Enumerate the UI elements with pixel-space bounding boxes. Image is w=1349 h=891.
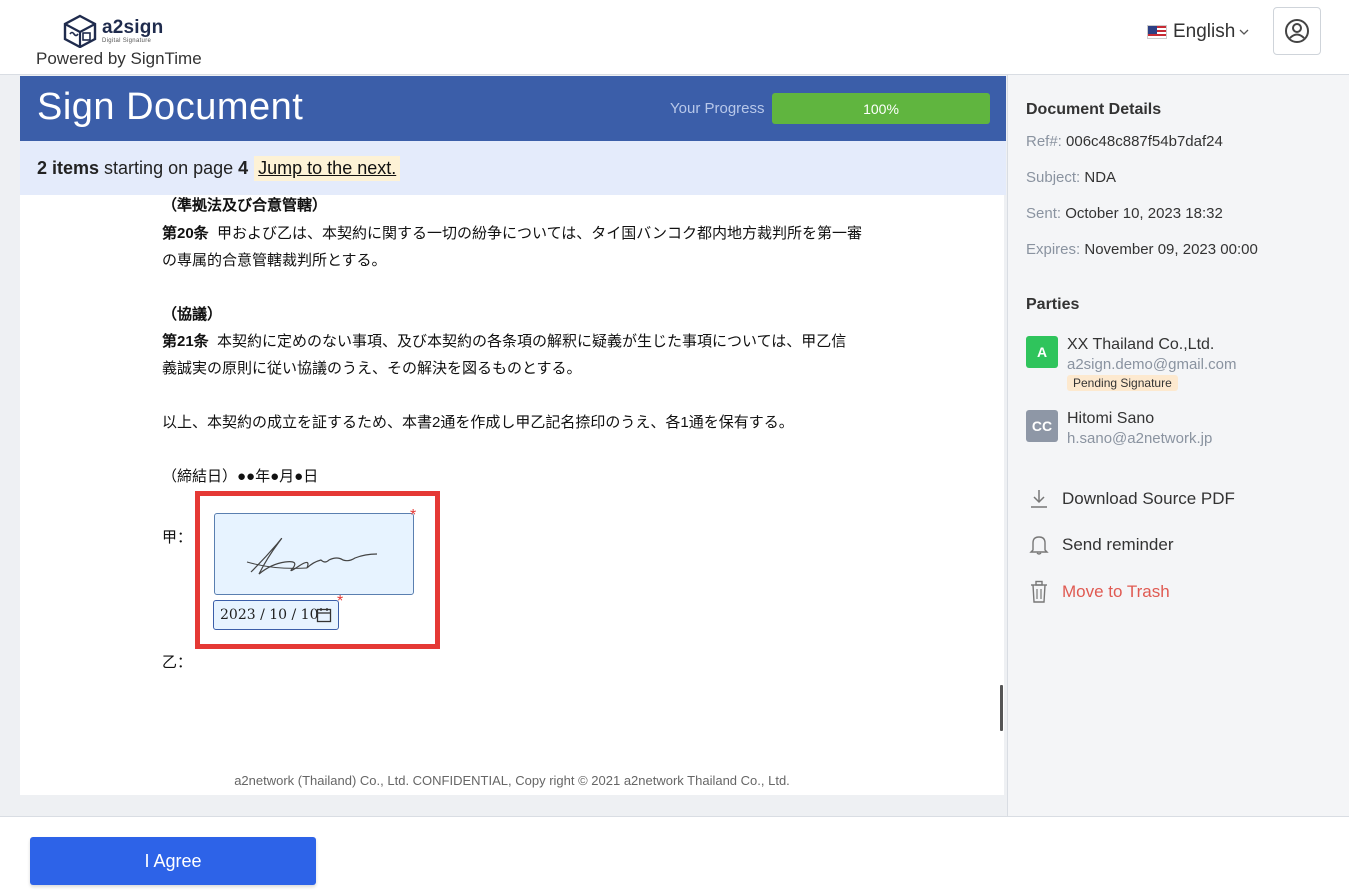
sent-value: October 10, 2023 18:32 <box>1065 205 1223 222</box>
ref-value: 006c48c887f54b7daf24 <box>1066 133 1223 150</box>
download-icon <box>1026 486 1052 512</box>
party-name: XX Thailand Co.,Ltd. <box>1067 336 1215 353</box>
date-value: 2023 / 10 / 10 <box>220 607 319 623</box>
required-marker: * <box>337 593 344 610</box>
expires-row: Expires: November 09, 2023 00:00 <box>1026 241 1258 258</box>
document-page: （準拠法及び合意管轄） 第20条 甲および乙は、本契約に関する一切の紛争について… <box>20 195 1004 795</box>
parties-heading: Parties <box>1026 296 1080 313</box>
party-a-label: 甲： <box>162 529 193 546</box>
bottom-action-bar: I Agree <box>0 816 1349 891</box>
signature-field[interactable] <box>214 513 414 595</box>
article-20-text: 甲および乙は、本契約に関する一切の紛争については、タイ国バンコク都内地方裁判所を… <box>217 225 863 242</box>
i-agree-button[interactable]: I Agree <box>30 837 316 885</box>
section-heading-consultation: （協議） <box>162 306 223 323</box>
avatar: CC <box>1026 410 1058 442</box>
items-count: 2 items <box>37 157 100 178</box>
signature-image <box>246 537 378 575</box>
chevron-down-icon <box>1239 29 1249 35</box>
scrollbar-thumb[interactable] <box>1000 685 1003 731</box>
trash-label: Move to Trash <box>1062 582 1170 601</box>
cube-logo-icon <box>63 14 97 48</box>
items-text: starting on page <box>104 157 234 178</box>
document-area: Sign Document Your Progress 100% 2 items… <box>0 75 1007 816</box>
top-bar: a2sign Digital Signature Powered by Sign… <box>0 0 1349 75</box>
items-notice: 2 items starting on page 4 Jump to the n… <box>20 141 1006 195</box>
avatar: A <box>1026 336 1058 368</box>
party-name: Hitomi Sano <box>1067 410 1155 427</box>
ref-label: Ref#: <box>1026 133 1062 150</box>
progress-label: Your Progress <box>670 100 765 117</box>
article-20: 第20条 甲および乙は、本契約に関する一切の紛争については、タイ国バンコク都内地… <box>162 225 862 243</box>
reminder-label: Send reminder <box>1062 535 1174 554</box>
sent-label: Sent: <box>1026 205 1062 222</box>
party-email: h.sano@a2network.jp <box>1067 430 1213 447</box>
a2sign-logo[interactable]: a2sign Digital Signature <box>62 14 172 48</box>
closing-statement: 以上、本契約の成立を証するため、本書2通を作成し甲乙記名捺印のうえ、各1通を保有… <box>162 414 794 431</box>
subject-label: Subject: <box>1026 169 1081 186</box>
progress-fill: 100% <box>772 93 990 124</box>
send-reminder-button[interactable]: Send reminder <box>1026 532 1174 558</box>
status-badge: Pending Signature <box>1067 375 1178 391</box>
sent-row: Sent: October 10, 2023 18:32 <box>1026 205 1223 222</box>
bell-icon <box>1026 532 1052 558</box>
party-item: A XX Thailand Co.,Ltd. a2sign.demo@gmail… <box>1026 336 1336 391</box>
language-selector[interactable]: English <box>1147 20 1249 44</box>
page-title: Sign Document <box>37 86 304 128</box>
article-21-cont: 義誠実の原則に従い協議のうえ、その解決を図るものとする。 <box>162 360 582 377</box>
document-details-sidebar: Document Details Ref#: 006c48c887f54b7da… <box>1007 75 1349 816</box>
logo-name: a2sign <box>102 17 164 38</box>
subject-value: NDA <box>1084 169 1117 186</box>
calendar-icon[interactable] <box>316 607 332 623</box>
document-details-heading: Document Details <box>1026 101 1162 118</box>
progress-bar: 100% <box>772 93 990 124</box>
party-email: a2sign.demo@gmail.com <box>1067 356 1237 373</box>
download-label: Download Source PDF <box>1062 489 1235 508</box>
article-20-cont: の専属的合意管轄裁判所とする。 <box>162 252 387 269</box>
party-b-label: 乙： <box>162 654 193 671</box>
section-heading-governing-law: （準拠法及び合意管轄） <box>162 197 328 214</box>
logo-tagline: Digital Signature <box>102 38 152 44</box>
required-marker: * <box>410 507 417 524</box>
article-21: 第21条 本契約に定めのない事項、及び本契約の各条項の解釈に疑義が生じた事項につ… <box>162 333 846 351</box>
profile-button[interactable] <box>1273 7 1321 55</box>
ref-row: Ref#: 006c48c887f54b7daf24 <box>1026 133 1223 150</box>
article-20-number: 第20条 <box>162 225 209 242</box>
us-flag-icon <box>1147 25 1167 39</box>
trash-icon <box>1026 579 1052 605</box>
expires-label: Expires: <box>1026 241 1081 258</box>
sign-document-header: Sign Document Your Progress 100% <box>20 76 1006 141</box>
article-21-text: 本契約に定めのない事項、及び本契約の各条項の解釈に疑義が生じた事項については、甲… <box>217 333 847 350</box>
conclusion-date-line: （締結日）●●年●月●日 <box>162 468 319 485</box>
expires-value: November 09, 2023 00:00 <box>1084 241 1258 258</box>
powered-by-text: Powered by SignTime <box>36 49 202 68</box>
items-page: 4 <box>238 157 249 178</box>
subject-row: Subject: NDA <box>1026 169 1116 186</box>
article-21-number: 第21条 <box>162 333 209 350</box>
party-item: CC Hitomi Sano h.sano@a2network.jp <box>1026 410 1336 460</box>
user-circle-icon <box>1285 19 1309 43</box>
language-label: English <box>1173 21 1236 42</box>
download-source-pdf-button[interactable]: Download Source PDF <box>1026 486 1235 512</box>
signing-date-field[interactable]: 2023 / 10 / 10 <box>213 600 339 630</box>
confidential-footer: a2network (Thailand) Co., Ltd. CONFIDENT… <box>234 773 790 788</box>
jump-to-next-link[interactable]: Jump to the next. <box>254 155 401 181</box>
move-to-trash-button[interactable]: Move to Trash <box>1026 579 1170 605</box>
